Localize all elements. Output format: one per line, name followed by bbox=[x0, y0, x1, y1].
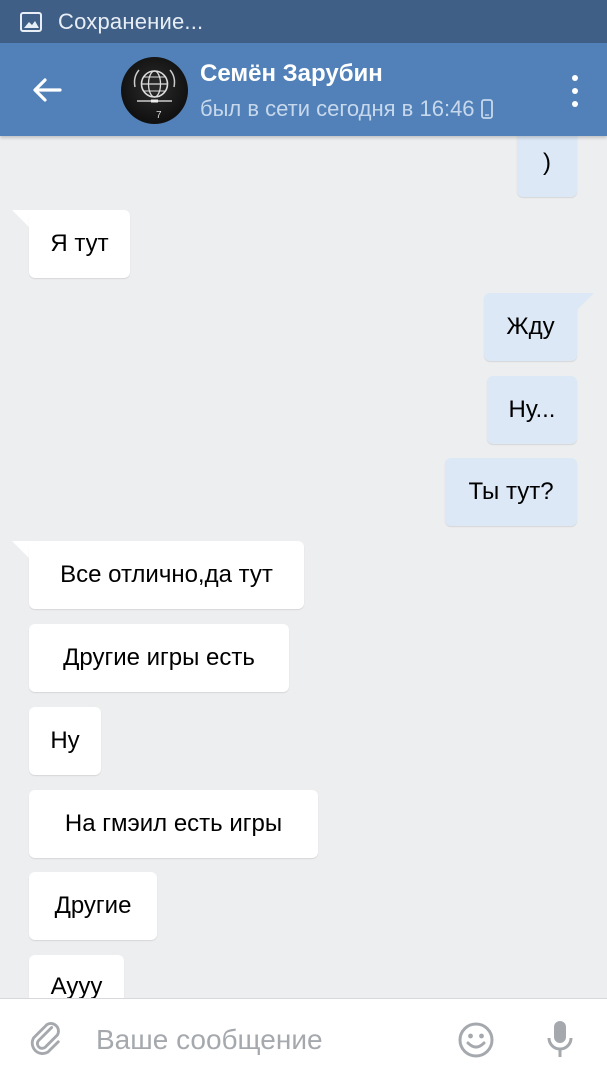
status-text: Сохранение... bbox=[58, 8, 204, 34]
incoming-message[interactable]: Ауyy bbox=[29, 955, 124, 998]
contact-name[interactable]: Семён Зарубин bbox=[200, 60, 383, 88]
microphone-icon[interactable] bbox=[546, 1019, 574, 1061]
chat-header: 7 Семён Зарубин был в сети сегодня в 16:… bbox=[0, 43, 607, 136]
paperclip-icon[interactable] bbox=[28, 1019, 68, 1059]
message-text: Другие игры есть bbox=[63, 644, 255, 671]
message-text: Ну... bbox=[508, 396, 556, 423]
message-text: Все отлично,да тут bbox=[60, 561, 273, 588]
message-text: Ну bbox=[50, 727, 80, 754]
outgoing-message[interactable]: Ну... bbox=[487, 376, 577, 444]
globe-logo-icon bbox=[133, 69, 176, 103]
message-text: Жду bbox=[506, 313, 555, 340]
outgoing-bubble-tail bbox=[572, 293, 594, 315]
incoming-message[interactable]: Другие игры есть bbox=[29, 624, 289, 692]
message-text: ) bbox=[543, 149, 551, 176]
message-text: На гмэил есть игры bbox=[64, 810, 283, 837]
outgoing-message[interactable]: ) bbox=[517, 136, 577, 197]
status-bar: Сохранение... bbox=[0, 0, 607, 43]
incoming-message[interactable]: Ну bbox=[29, 707, 101, 775]
last-seen-status: был в сети сегодня в 16:46 bbox=[200, 96, 493, 122]
smiley-icon[interactable] bbox=[457, 1021, 495, 1059]
message-text: Другие bbox=[54, 892, 132, 919]
more-vert-icon[interactable] bbox=[563, 71, 587, 111]
avatar[interactable]: 7 bbox=[121, 57, 188, 124]
message-text: Ты тут? bbox=[468, 478, 554, 505]
last-seen-text: был в сети сегодня в 16:46 bbox=[200, 96, 475, 121]
image-icon bbox=[20, 11, 42, 32]
incoming-message[interactable]: Все отлично,да тут bbox=[29, 541, 304, 609]
composer-bar bbox=[0, 998, 607, 1080]
outgoing-message[interactable]: Ты тут? bbox=[445, 458, 577, 526]
arrow-back-icon bbox=[33, 78, 62, 102]
message-list[interactable]: ) Я тут Жду Ну... Ты тут? Все отлично,да… bbox=[0, 136, 607, 998]
avatar-number: 7 bbox=[156, 110, 162, 121]
outgoing-message[interactable]: Жду bbox=[484, 293, 577, 361]
incoming-message[interactable]: На гмэил есть игры bbox=[29, 790, 318, 858]
message-text: Ауyy bbox=[50, 973, 103, 998]
back-button[interactable] bbox=[24, 67, 70, 113]
message-input[interactable] bbox=[96, 1017, 436, 1063]
message-text: Я тут bbox=[50, 230, 109, 257]
incoming-message[interactable]: Другие bbox=[29, 872, 157, 940]
incoming-message[interactable]: Я тут bbox=[29, 210, 130, 278]
phone-icon bbox=[480, 99, 493, 119]
